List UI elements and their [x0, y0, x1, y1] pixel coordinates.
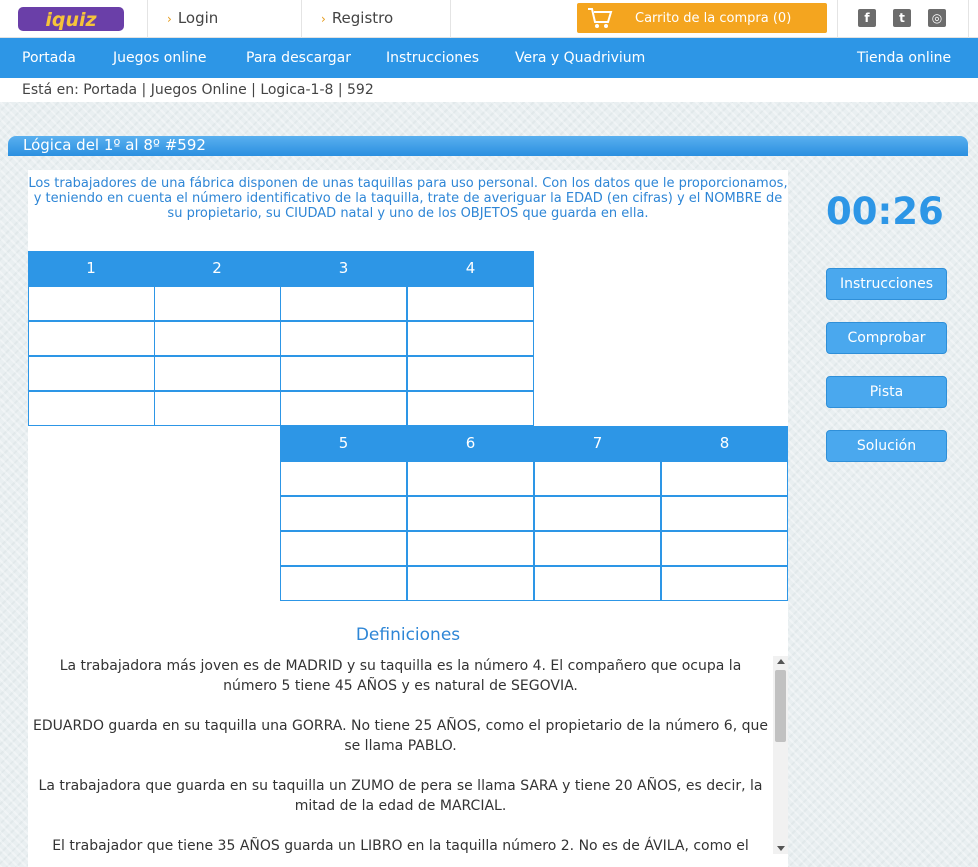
- answer-cell[interactable]: [407, 461, 534, 496]
- answer-cell[interactable]: [407, 496, 534, 531]
- facebook-icon[interactable]: f: [858, 9, 876, 27]
- puzzle-intro: Los trabajadores de una fábrica disponen…: [28, 176, 788, 221]
- twitter-icon[interactable]: t: [893, 9, 911, 27]
- chevron-right-icon: ›: [321, 12, 326, 26]
- top-bar: iquiz › Login › Registro Carrito de la com…: [0, 0, 978, 38]
- answer-cell[interactable]: [280, 391, 407, 426]
- answer-cell[interactable]: [28, 286, 155, 321]
- answer-cell[interactable]: [28, 391, 155, 426]
- answer-cell[interactable]: [280, 461, 407, 496]
- answer-cell[interactable]: [280, 286, 407, 321]
- main-nav: Portada Juegos online Para descargar Ins…: [0, 38, 978, 78]
- answer-cell[interactable]: [661, 531, 788, 566]
- answer-cell[interactable]: [280, 566, 407, 601]
- locker-header-2: 2: [154, 251, 280, 286]
- nav-item-juegos-online[interactable]: Juegos online: [113, 50, 207, 66]
- answer-cell[interactable]: [661, 461, 788, 496]
- locker-header-5: 5: [280, 426, 407, 461]
- divider: [837, 0, 838, 38]
- login-label: Login: [177, 9, 219, 27]
- iquiz-logo[interactable]: iquiz: [16, 4, 126, 34]
- shopping-cart-icon: [588, 8, 613, 28]
- timer: 00:26: [826, 190, 944, 233]
- scroll-down-arrow-icon[interactable]: [777, 846, 785, 851]
- nav-item-vera-quadrivium[interactable]: Vera y Quadrivium: [515, 50, 645, 66]
- answer-cell[interactable]: [154, 356, 281, 391]
- check-button[interactable]: Comprobar: [826, 322, 947, 354]
- locker-header-1: 1: [28, 251, 154, 286]
- definitions-scrollbar[interactable]: [773, 656, 788, 854]
- answer-cell[interactable]: [407, 356, 534, 391]
- nav-item-instrucciones[interactable]: Instrucciones: [386, 50, 479, 66]
- answer-cell[interactable]: [154, 321, 281, 356]
- answer-cell[interactable]: [534, 566, 661, 601]
- hint-button[interactable]: Pista: [826, 376, 947, 408]
- answer-cell[interactable]: [280, 321, 407, 356]
- nav-item-para-descargar[interactable]: Para descargar: [246, 50, 351, 66]
- answer-cell[interactable]: [407, 531, 534, 566]
- definition-item: La trabajadora más joven es de MADRID y …: [59, 658, 742, 694]
- divider: [968, 0, 969, 38]
- definitions-title: Definiciones: [355, 625, 461, 645]
- answer-cell[interactable]: [534, 496, 661, 531]
- scroll-thumb[interactable]: [775, 670, 786, 742]
- instructions-button[interactable]: Instrucciones: [826, 268, 947, 300]
- nav-item-tienda-online[interactable]: Tienda online: [857, 50, 951, 66]
- login-link[interactable]: › Login: [167, 9, 218, 27]
- instagram-icon[interactable]: ◎: [928, 9, 946, 27]
- logo-text: iquiz: [45, 9, 97, 31]
- register-label: Registro: [331, 9, 394, 27]
- breadcrumb-bar: Está en: Portada | Juegos Online | Logic…: [0, 78, 978, 102]
- definition-item: La trabajadora que guarda en su taquilla…: [38, 778, 763, 814]
- nav-item-portada[interactable]: Portada: [22, 50, 76, 66]
- locker-header-7: 7: [534, 426, 661, 461]
- breadcrumb: Está en: Portada | Juegos Online | Logic…: [22, 82, 374, 98]
- divider: [301, 0, 302, 38]
- answer-cell[interactable]: [534, 531, 661, 566]
- answer-cell[interactable]: [407, 321, 534, 356]
- answer-cell[interactable]: [280, 531, 407, 566]
- locker-header-8: 8: [661, 426, 788, 461]
- locker-header-3: 3: [280, 251, 407, 286]
- puzzle-panel: Los trabajadores de una fábrica disponen…: [28, 170, 788, 867]
- puzzle-title-bar: Lógica del 1º al 8º #592: [8, 136, 968, 156]
- cart-label: Carrito de la compra (0): [635, 11, 792, 26]
- answer-cell[interactable]: [661, 496, 788, 531]
- locker-header-4: 4: [407, 251, 534, 286]
- answer-cell[interactable]: [407, 286, 534, 321]
- answer-cell[interactable]: [154, 286, 281, 321]
- answer-cell[interactable]: [154, 391, 281, 426]
- divider: [450, 0, 451, 38]
- definition-item: El trabajador que tiene 35 AÑOS guarda u…: [52, 838, 749, 854]
- answer-cell[interactable]: [407, 391, 534, 426]
- register-link[interactable]: › Registro: [321, 9, 393, 27]
- answer-cell[interactable]: [280, 496, 407, 531]
- answer-cell[interactable]: [407, 566, 534, 601]
- definition-item: EDUARDO guarda en su taquilla una GORRA.…: [33, 718, 768, 754]
- answer-cell[interactable]: [661, 566, 788, 601]
- chevron-right-icon: ›: [167, 12, 172, 26]
- solution-button[interactable]: Solución: [826, 430, 947, 462]
- definitions-list[interactable]: La trabajadora más joven es de MADRID y …: [28, 656, 773, 854]
- scroll-up-arrow-icon[interactable]: [777, 659, 785, 664]
- answer-cell[interactable]: [280, 356, 407, 391]
- divider: [147, 0, 148, 38]
- answer-cell[interactable]: [534, 461, 661, 496]
- answer-cell[interactable]: [28, 356, 155, 391]
- answer-cell[interactable]: [28, 321, 155, 356]
- page-title: Lógica del 1º al 8º #592: [23, 136, 206, 154]
- locker-header-6: 6: [407, 426, 534, 461]
- cart-button[interactable]: Carrito de la compra (0): [577, 3, 827, 33]
